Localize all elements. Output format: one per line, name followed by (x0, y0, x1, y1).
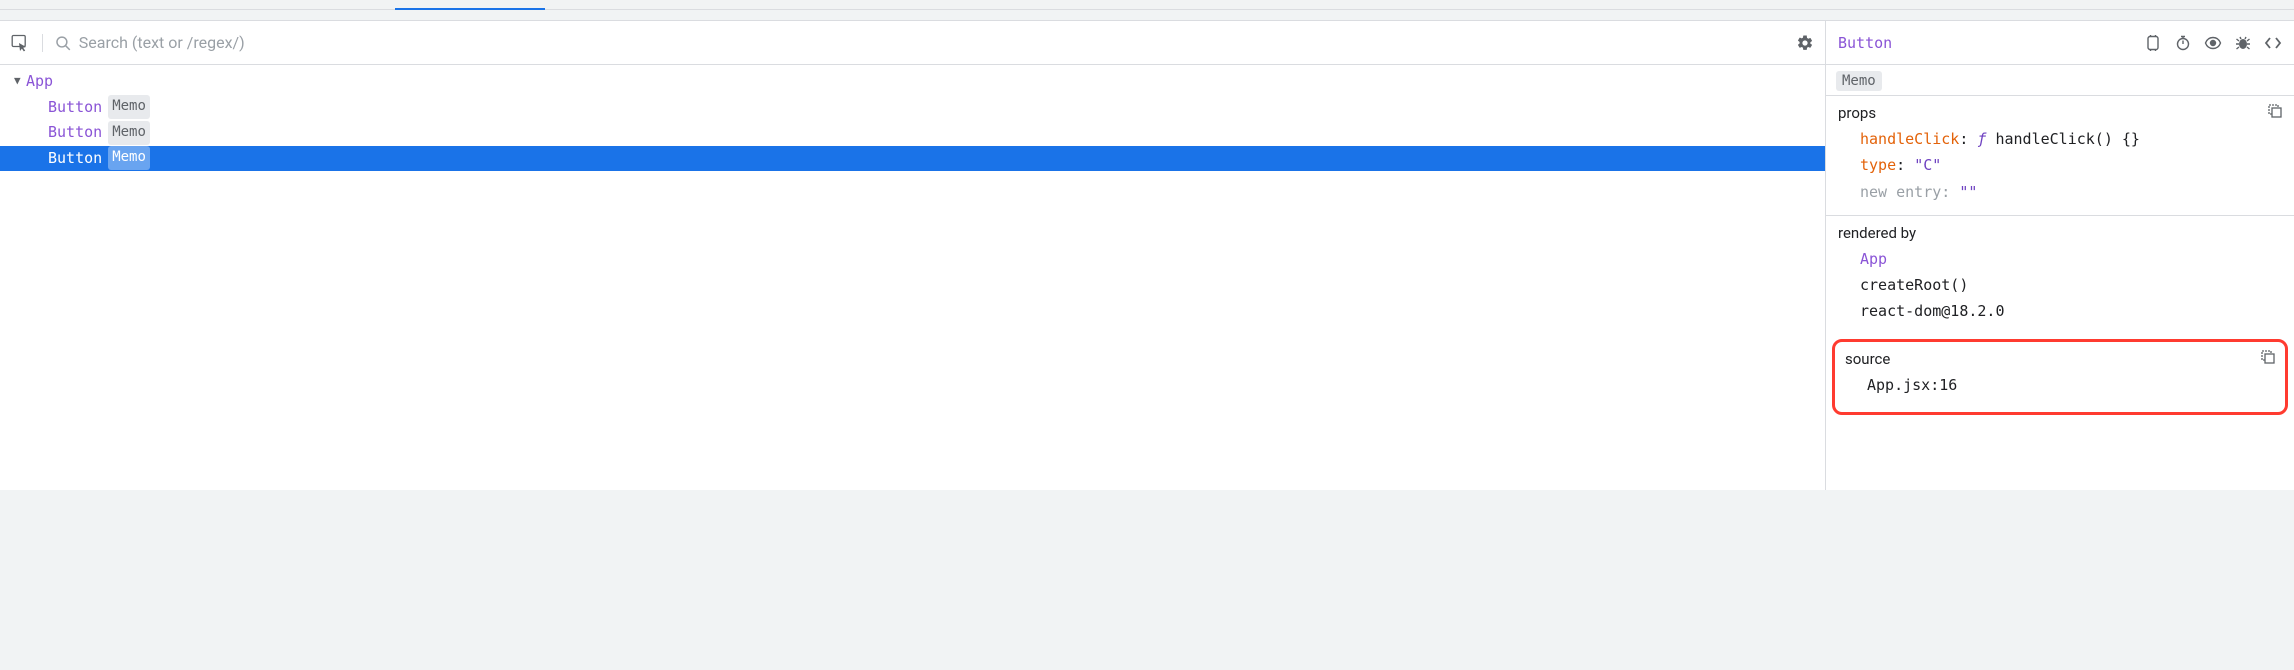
details-actions (2144, 34, 2282, 52)
memo-badge: Memo (108, 95, 150, 119)
toolbar-divider (42, 34, 43, 52)
tree-toolbar (0, 21, 1825, 65)
component-name: App (26, 69, 53, 95)
copy-icon[interactable] (2261, 350, 2275, 368)
prop-row[interactable]: type: "C" (1838, 152, 2282, 178)
details-header: Button (1826, 21, 2294, 65)
rendered-by-item[interactable]: react-dom@18.2.0 (1838, 298, 2282, 324)
tree-item-button[interactable]: Button Memo (0, 120, 1825, 146)
tree-root-app[interactable]: ▼ App (0, 69, 1825, 95)
search-icon (55, 35, 71, 51)
component-tree: ▼ App Button Memo Button Memo Button Mem… (0, 65, 1825, 171)
component-name: Button (48, 120, 102, 146)
memo-badge: Memo (108, 146, 150, 170)
rendered-by-section: rendered by App createRoot() react-dom@1… (1826, 215, 2294, 335)
component-name: Button (48, 95, 102, 121)
rendered-by-item[interactable]: createRoot() (1838, 272, 2282, 298)
source-location[interactable]: App.jsx:16 (1845, 372, 2275, 398)
search-input[interactable] (79, 33, 1783, 52)
copy-icon[interactable] (2268, 104, 2282, 122)
selected-component-title: Button (1838, 34, 1892, 52)
chevron-down-icon[interactable]: ▼ (14, 72, 26, 91)
bug-icon[interactable] (2234, 34, 2252, 52)
tree-item-button[interactable]: Button Memo (0, 95, 1825, 121)
section-title: rendered by (1838, 224, 1916, 242)
component-name: Button (48, 146, 102, 172)
stopwatch-icon[interactable] (2174, 34, 2192, 52)
details-panel: Button (1826, 21, 2294, 490)
memo-badge: Memo (1836, 71, 1882, 91)
suspend-icon[interactable] (2144, 34, 2162, 52)
eye-icon[interactable] (2204, 34, 2222, 52)
gear-icon[interactable] (1795, 33, 1815, 53)
prop-row[interactable]: new entry: "" (1838, 179, 2282, 205)
code-icon[interactable] (2264, 34, 2282, 52)
source-section: source App.jsx:16 (1832, 339, 2288, 415)
search-wrap (55, 33, 1783, 52)
top-tab-strip (0, 0, 2294, 10)
rendered-by-item[interactable]: App (1838, 246, 2282, 272)
component-tags: Memo (1826, 65, 2294, 95)
memo-badge: Memo (108, 121, 150, 145)
devtools-container: ▼ App Button Memo Button Memo Button Mem… (0, 20, 2294, 490)
tree-item-button[interactable]: Button Memo (0, 146, 1825, 172)
element-picker-icon[interactable] (10, 33, 30, 53)
components-tree-panel: ▼ App Button Memo Button Memo Button Mem… (0, 21, 1826, 490)
section-title: source (1845, 350, 1890, 368)
section-title: props (1838, 104, 1876, 122)
prop-row[interactable]: handleClick: ƒ handleClick() {} (1838, 126, 2282, 152)
props-section: props handleClick: ƒ handleClick() {} ty… (1826, 95, 2294, 215)
